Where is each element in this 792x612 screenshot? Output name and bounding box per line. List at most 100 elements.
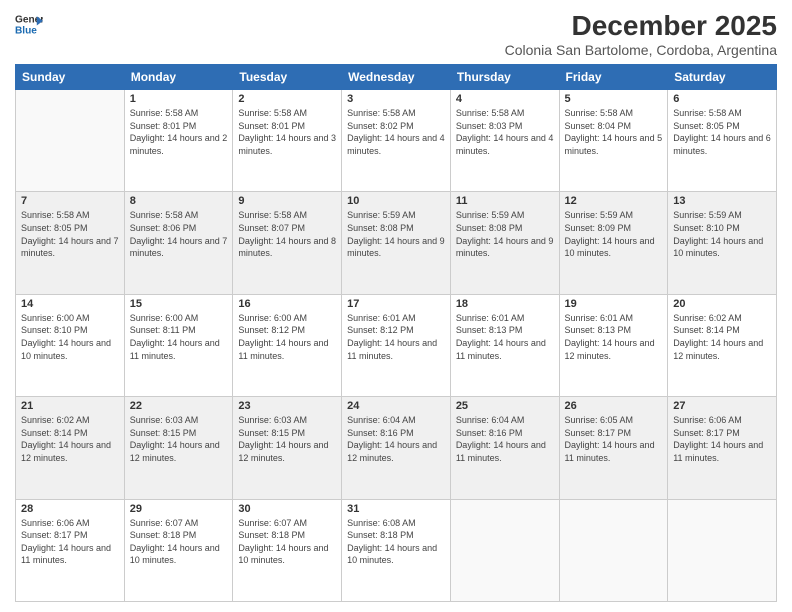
day-number: 31	[347, 503, 445, 515]
calendar-cell: 4 Sunrise: 5:58 AM Sunset: 8:03 PM Dayli…	[450, 90, 559, 192]
calendar-week-row: 14 Sunrise: 6:00 AM Sunset: 8:10 PM Dayl…	[16, 294, 777, 396]
day-number: 10	[347, 195, 445, 207]
calendar-cell	[16, 90, 125, 192]
calendar-cell: 22 Sunrise: 6:03 AM Sunset: 8:15 PM Dayl…	[124, 397, 233, 499]
day-info: Sunrise: 5:58 AM Sunset: 8:02 PM Dayligh…	[347, 107, 445, 157]
day-number: 30	[238, 503, 336, 515]
day-number: 19	[565, 298, 663, 310]
day-info: Sunrise: 5:58 AM Sunset: 8:06 PM Dayligh…	[130, 209, 228, 259]
day-info: Sunrise: 6:02 AM Sunset: 8:14 PM Dayligh…	[673, 312, 771, 362]
calendar-cell: 6 Sunrise: 5:58 AM Sunset: 8:05 PM Dayli…	[668, 90, 777, 192]
day-number: 14	[21, 298, 119, 310]
day-info: Sunrise: 5:58 AM Sunset: 8:07 PM Dayligh…	[238, 209, 336, 259]
day-info: Sunrise: 6:03 AM Sunset: 8:15 PM Dayligh…	[130, 414, 228, 464]
day-info: Sunrise: 6:07 AM Sunset: 8:18 PM Dayligh…	[130, 517, 228, 567]
day-info: Sunrise: 5:59 AM Sunset: 8:08 PM Dayligh…	[456, 209, 554, 259]
day-number: 24	[347, 400, 445, 412]
col-thursday: Thursday	[450, 65, 559, 90]
svg-text:Blue: Blue	[15, 25, 37, 36]
calendar-cell: 15 Sunrise: 6:00 AM Sunset: 8:11 PM Dayl…	[124, 294, 233, 396]
day-info: Sunrise: 6:06 AM Sunset: 8:17 PM Dayligh…	[673, 414, 771, 464]
calendar-cell: 8 Sunrise: 5:58 AM Sunset: 8:06 PM Dayli…	[124, 192, 233, 294]
calendar-cell: 16 Sunrise: 6:00 AM Sunset: 8:12 PM Dayl…	[233, 294, 342, 396]
calendar-cell: 31 Sunrise: 6:08 AM Sunset: 8:18 PM Dayl…	[342, 499, 451, 601]
day-info: Sunrise: 6:00 AM Sunset: 8:10 PM Dayligh…	[21, 312, 119, 362]
calendar-cell	[450, 499, 559, 601]
day-info: Sunrise: 6:04 AM Sunset: 8:16 PM Dayligh…	[347, 414, 445, 464]
day-number: 15	[130, 298, 228, 310]
calendar-cell: 18 Sunrise: 6:01 AM Sunset: 8:13 PM Dayl…	[450, 294, 559, 396]
day-info: Sunrise: 5:59 AM Sunset: 8:09 PM Dayligh…	[565, 209, 663, 259]
day-number: 16	[238, 298, 336, 310]
header: General Blue December 2025 Colonia San B…	[15, 10, 777, 58]
calendar-cell: 21 Sunrise: 6:02 AM Sunset: 8:14 PM Dayl…	[16, 397, 125, 499]
calendar-cell: 9 Sunrise: 5:58 AM Sunset: 8:07 PM Dayli…	[233, 192, 342, 294]
calendar-cell: 20 Sunrise: 6:02 AM Sunset: 8:14 PM Dayl…	[668, 294, 777, 396]
calendar-cell: 2 Sunrise: 5:58 AM Sunset: 8:01 PM Dayli…	[233, 90, 342, 192]
calendar-table: Sunday Monday Tuesday Wednesday Thursday…	[15, 64, 777, 602]
day-number: 20	[673, 298, 771, 310]
day-number: 1	[130, 93, 228, 105]
title-section: December 2025 Colonia San Bartolome, Cor…	[505, 10, 777, 58]
day-number: 26	[565, 400, 663, 412]
calendar-cell: 3 Sunrise: 5:58 AM Sunset: 8:02 PM Dayli…	[342, 90, 451, 192]
col-friday: Friday	[559, 65, 668, 90]
day-number: 3	[347, 93, 445, 105]
day-number: 13	[673, 195, 771, 207]
col-monday: Monday	[124, 65, 233, 90]
day-number: 8	[130, 195, 228, 207]
day-number: 5	[565, 93, 663, 105]
calendar-cell	[668, 499, 777, 601]
day-number: 25	[456, 400, 554, 412]
day-number: 17	[347, 298, 445, 310]
calendar-cell: 19 Sunrise: 6:01 AM Sunset: 8:13 PM Dayl…	[559, 294, 668, 396]
calendar-cell: 5 Sunrise: 5:58 AM Sunset: 8:04 PM Dayli…	[559, 90, 668, 192]
col-saturday: Saturday	[668, 65, 777, 90]
day-info: Sunrise: 5:58 AM Sunset: 8:03 PM Dayligh…	[456, 107, 554, 157]
calendar-cell: 7 Sunrise: 5:58 AM Sunset: 8:05 PM Dayli…	[16, 192, 125, 294]
calendar-cell: 12 Sunrise: 5:59 AM Sunset: 8:09 PM Dayl…	[559, 192, 668, 294]
day-number: 7	[21, 195, 119, 207]
day-info: Sunrise: 5:58 AM Sunset: 8:04 PM Dayligh…	[565, 107, 663, 157]
day-info: Sunrise: 6:06 AM Sunset: 8:17 PM Dayligh…	[21, 517, 119, 567]
day-number: 4	[456, 93, 554, 105]
day-number: 18	[456, 298, 554, 310]
subtitle: Colonia San Bartolome, Cordoba, Argentin…	[505, 42, 777, 58]
calendar-week-row: 7 Sunrise: 5:58 AM Sunset: 8:05 PM Dayli…	[16, 192, 777, 294]
day-info: Sunrise: 6:01 AM Sunset: 8:13 PM Dayligh…	[456, 312, 554, 362]
col-wednesday: Wednesday	[342, 65, 451, 90]
day-info: Sunrise: 5:58 AM Sunset: 8:05 PM Dayligh…	[673, 107, 771, 157]
day-info: Sunrise: 6:00 AM Sunset: 8:11 PM Dayligh…	[130, 312, 228, 362]
day-info: Sunrise: 5:59 AM Sunset: 8:10 PM Dayligh…	[673, 209, 771, 259]
calendar-week-row: 28 Sunrise: 6:06 AM Sunset: 8:17 PM Dayl…	[16, 499, 777, 601]
calendar-cell: 26 Sunrise: 6:05 AM Sunset: 8:17 PM Dayl…	[559, 397, 668, 499]
day-number: 2	[238, 93, 336, 105]
col-sunday: Sunday	[16, 65, 125, 90]
day-info: Sunrise: 6:04 AM Sunset: 8:16 PM Dayligh…	[456, 414, 554, 464]
logo-icon: General Blue	[15, 10, 43, 38]
day-number: 29	[130, 503, 228, 515]
calendar-cell: 28 Sunrise: 6:06 AM Sunset: 8:17 PM Dayl…	[16, 499, 125, 601]
calendar-week-row: 21 Sunrise: 6:02 AM Sunset: 8:14 PM Dayl…	[16, 397, 777, 499]
calendar-cell: 23 Sunrise: 6:03 AM Sunset: 8:15 PM Dayl…	[233, 397, 342, 499]
day-number: 21	[21, 400, 119, 412]
logo: General Blue	[15, 10, 43, 38]
day-info: Sunrise: 5:58 AM Sunset: 8:01 PM Dayligh…	[130, 107, 228, 157]
calendar-cell: 1 Sunrise: 5:58 AM Sunset: 8:01 PM Dayli…	[124, 90, 233, 192]
calendar-cell: 29 Sunrise: 6:07 AM Sunset: 8:18 PM Dayl…	[124, 499, 233, 601]
day-info: Sunrise: 6:02 AM Sunset: 8:14 PM Dayligh…	[21, 414, 119, 464]
day-number: 22	[130, 400, 228, 412]
calendar-cell: 11 Sunrise: 5:59 AM Sunset: 8:08 PM Dayl…	[450, 192, 559, 294]
calendar-cell: 13 Sunrise: 5:59 AM Sunset: 8:10 PM Dayl…	[668, 192, 777, 294]
calendar-cell: 17 Sunrise: 6:01 AM Sunset: 8:12 PM Dayl…	[342, 294, 451, 396]
day-number: 11	[456, 195, 554, 207]
calendar-week-row: 1 Sunrise: 5:58 AM Sunset: 8:01 PM Dayli…	[16, 90, 777, 192]
day-info: Sunrise: 6:00 AM Sunset: 8:12 PM Dayligh…	[238, 312, 336, 362]
month-title: December 2025	[505, 10, 777, 42]
day-info: Sunrise: 5:58 AM Sunset: 8:05 PM Dayligh…	[21, 209, 119, 259]
day-info: Sunrise: 5:59 AM Sunset: 8:08 PM Dayligh…	[347, 209, 445, 259]
day-number: 23	[238, 400, 336, 412]
day-info: Sunrise: 6:03 AM Sunset: 8:15 PM Dayligh…	[238, 414, 336, 464]
calendar-header-row: Sunday Monday Tuesday Wednesday Thursday…	[16, 65, 777, 90]
day-info: Sunrise: 6:08 AM Sunset: 8:18 PM Dayligh…	[347, 517, 445, 567]
